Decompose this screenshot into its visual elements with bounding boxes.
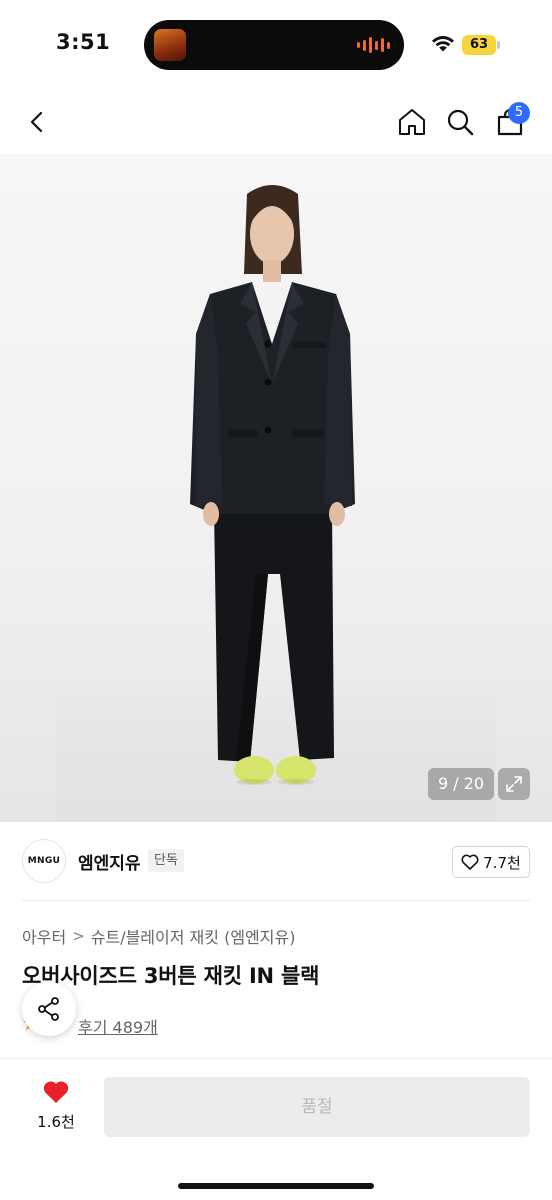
- status-time: 3:51: [56, 30, 111, 54]
- breadcrumb: 아우터 > 슈트/블레이저 재킷 (엠엔지유): [22, 924, 295, 948]
- product-photo-model: [190, 185, 355, 785]
- dynamic-island[interactable]: [144, 20, 404, 70]
- heart-outline-icon: [461, 854, 479, 870]
- battery-tip: [497, 41, 500, 49]
- chevron-left-icon: [30, 111, 43, 133]
- search-button[interactable]: [440, 102, 480, 142]
- divider: [22, 900, 530, 901]
- breadcrumb-subcategory[interactable]: 슈트/블레이저 재킷 (엠엔지유): [91, 924, 296, 948]
- wifi-icon: [432, 36, 454, 52]
- back-button[interactable]: [18, 102, 58, 142]
- expand-icon: [506, 776, 522, 792]
- status-bar: 3:51 63: [0, 0, 552, 90]
- brand-like-button[interactable]: 7.7천: [452, 846, 530, 878]
- image-counter: 9 / 20: [428, 768, 494, 800]
- wishlist-count: 1.6천: [37, 1113, 75, 1131]
- wishlist-button[interactable]: 1.6천: [28, 1079, 84, 1132]
- product-image-gallery[interactable]: 9 / 20: [0, 154, 552, 822]
- top-nav-bar: [0, 90, 552, 154]
- battery-icon: 63: [462, 35, 496, 55]
- brand-name[interactable]: 엠엔지유: [78, 849, 141, 874]
- cart-count-badge: 5: [508, 102, 530, 124]
- breadcrumb-category[interactable]: 아우터: [22, 924, 66, 948]
- bottom-action-bar: 1.6천 품절: [0, 1058, 552, 1200]
- fullscreen-button[interactable]: [498, 768, 530, 800]
- heart-filled-icon: [43, 1081, 69, 1103]
- brand-logo[interactable]: MNGU: [22, 839, 66, 883]
- review-link[interactable]: 후기 489개: [78, 1014, 158, 1038]
- audio-waveform-icon: [357, 37, 390, 53]
- share-button[interactable]: [22, 982, 76, 1036]
- home-button[interactable]: [392, 102, 432, 142]
- home-indicator: [178, 1183, 374, 1189]
- exclusive-badge: 단독: [148, 849, 184, 872]
- sold-out-button[interactable]: 품절: [104, 1077, 530, 1137]
- now-playing-artwork: [154, 29, 186, 61]
- breadcrumb-separator: >: [72, 927, 85, 945]
- product-title: 오버사이즈드 3버튼 재킷 IN 블랙: [22, 964, 320, 988]
- brand-row: MNGU 엠엔지유 단독 7.7천: [0, 822, 552, 900]
- home-icon: [399, 109, 425, 135]
- share-icon: [38, 997, 59, 1021]
- search-icon: [447, 109, 474, 136]
- brand-like-count: 7.7천: [483, 853, 521, 872]
